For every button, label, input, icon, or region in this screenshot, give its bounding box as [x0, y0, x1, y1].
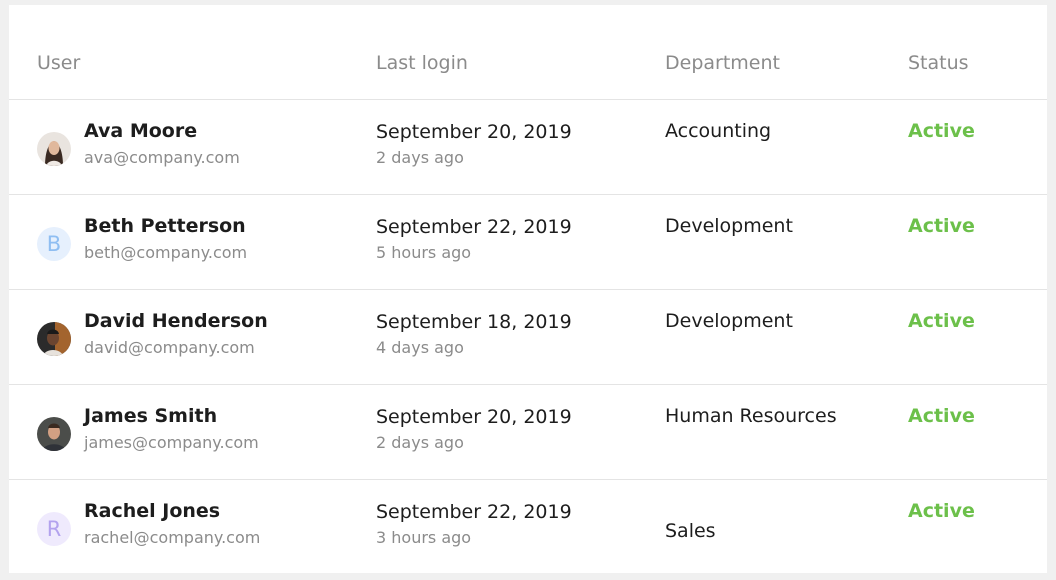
user-email: rachel@company.com	[84, 528, 261, 547]
user-email: beth@company.com	[84, 243, 248, 262]
user-email: david@company.com	[84, 338, 255, 357]
last-login-date: September 20, 2019	[376, 121, 572, 143]
last-login-relative: 4 days ago	[376, 338, 464, 357]
user-name[interactable]: David Henderson	[84, 310, 268, 332]
last-login-relative: 5 hours ago	[376, 243, 472, 262]
last-login-date: September 22, 2019	[376, 501, 572, 523]
table-row[interactable]: R Rachel Jones rachel@company.com Septem…	[9, 480, 1047, 574]
table-row[interactable]: Ava Moore ava@company.com September 20, …	[9, 100, 1047, 195]
avatar	[37, 132, 71, 166]
status-badge: Active	[908, 120, 975, 142]
status-badge: Active	[908, 405, 975, 427]
last-login-date: September 22, 2019	[376, 216, 572, 238]
column-header-user[interactable]: User	[37, 52, 80, 74]
table-header: User Last login Department Status	[9, 5, 1047, 100]
user-name[interactable]: Rachel Jones	[84, 500, 220, 522]
status-badge: Active	[908, 215, 975, 237]
user-name[interactable]: James Smith	[84, 405, 217, 427]
avatar	[37, 322, 71, 356]
status-badge: Active	[908, 310, 975, 332]
status-badge: Active	[908, 500, 975, 522]
user-name[interactable]: Beth Petterson	[84, 215, 246, 237]
table-row[interactable]: David Henderson david@company.com Septem…	[9, 290, 1047, 385]
last-login-date: September 20, 2019	[376, 406, 572, 428]
department: Development	[665, 215, 793, 237]
column-header-last-login[interactable]: Last login	[376, 52, 468, 74]
user-email: ava@company.com	[84, 148, 240, 167]
user-name[interactable]: Ava Moore	[84, 120, 197, 142]
last-login-relative: 2 days ago	[376, 148, 464, 167]
department: Human Resources	[665, 405, 837, 427]
department: Development	[665, 310, 793, 332]
last-login-relative: 3 hours ago	[376, 528, 472, 547]
department: Accounting	[665, 120, 772, 142]
table-row[interactable]: James Smith james@company.com September …	[9, 385, 1047, 480]
department: Sales	[665, 520, 716, 542]
users-table: User Last login Department Status Ava Mo…	[9, 5, 1047, 573]
user-email: james@company.com	[84, 433, 259, 452]
column-header-status[interactable]: Status	[908, 52, 969, 74]
avatar: B	[37, 227, 71, 261]
avatar: R	[37, 512, 71, 546]
column-header-department[interactable]: Department	[665, 52, 780, 74]
table-row[interactable]: B Beth Petterson beth@company.com Septem…	[9, 195, 1047, 290]
last-login-relative: 2 days ago	[376, 433, 464, 452]
avatar	[37, 417, 71, 451]
last-login-date: September 18, 2019	[376, 311, 572, 333]
